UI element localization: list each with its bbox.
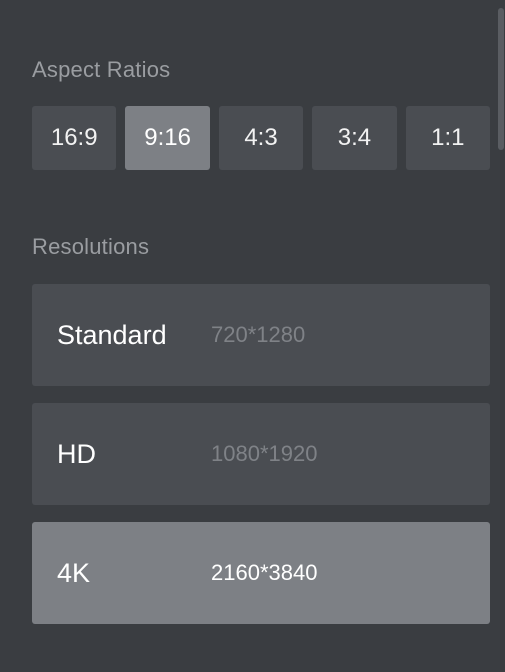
resolution-option-hd[interactable]: HD 1080*1920 — [32, 403, 490, 505]
aspect-ratio-16-9-button[interactable]: 16:9 — [32, 106, 117, 170]
aspect-ratios-heading: Aspect Ratios — [32, 57, 171, 82]
resolution-name: HD — [57, 439, 96, 469]
resolution-option-standard[interactable]: Standard 720*1280 — [32, 284, 490, 386]
resolution-option-4k[interactable]: 4K 2160*3840 — [32, 522, 490, 624]
vertical-scrollbar[interactable] — [498, 8, 504, 150]
resolution-name: Standard — [57, 320, 167, 350]
aspect-ratio-group: 16:9 9:16 4:3 3:4 1:1 — [32, 106, 491, 170]
resolution-value: 2160*3840 — [211, 560, 318, 585]
aspect-ratio-4-3-button[interactable]: 4:3 — [218, 106, 304, 170]
resolution-name: 4K — [57, 558, 91, 588]
settings-panel: Aspect Ratios 16:9 9:16 4:3 3:4 1:1 Reso… — [0, 0, 505, 672]
resolution-value: 1080*1920 — [211, 441, 318, 466]
aspect-ratio-9-16-button[interactable]: 9:16 — [125, 106, 210, 170]
aspect-ratio-3-4-button[interactable]: 3:4 — [312, 106, 397, 170]
aspect-ratio-1-1-button[interactable]: 1:1 — [405, 106, 491, 170]
resolution-value: 720*1280 — [211, 322, 306, 347]
resolutions-heading: Resolutions — [32, 234, 150, 259]
